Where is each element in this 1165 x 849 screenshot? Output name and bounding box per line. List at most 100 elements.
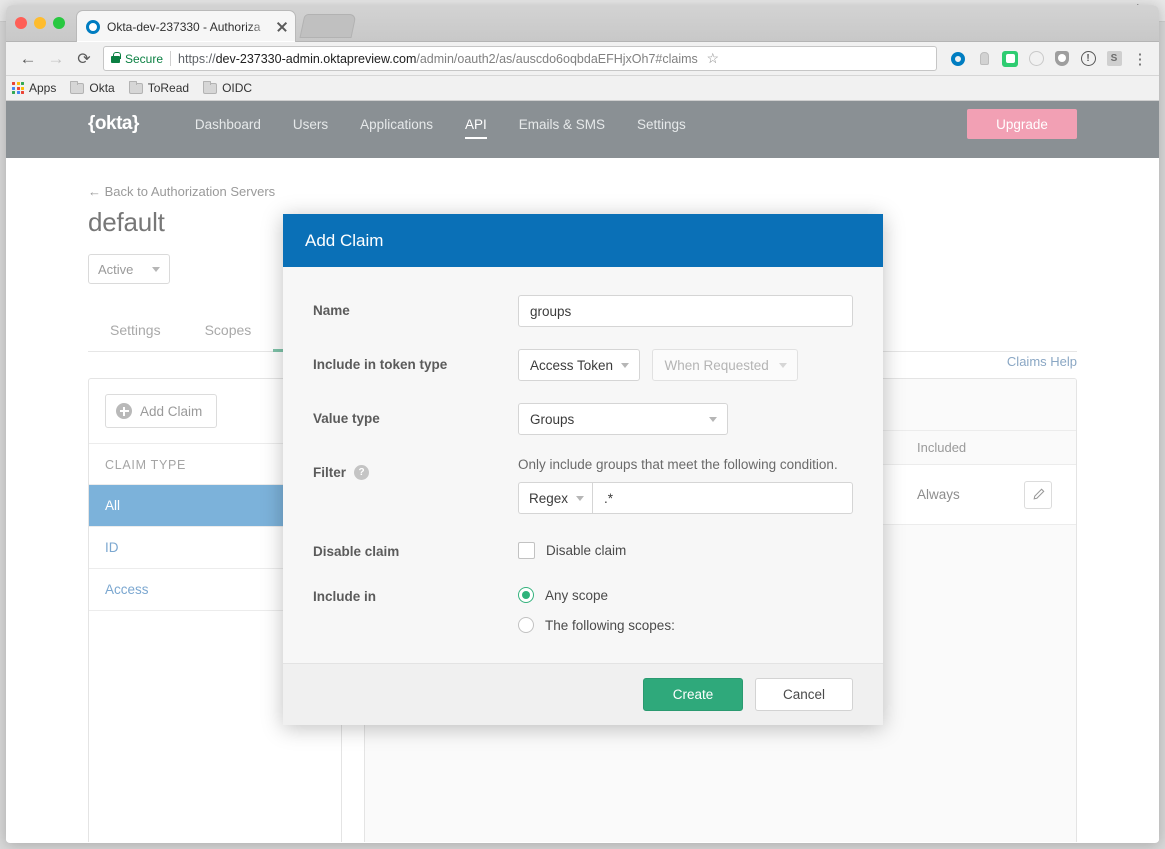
- secure-label: Secure: [125, 51, 164, 66]
- radio-following-scopes-label: The following scopes:: [545, 617, 675, 633]
- label-name: Name: [313, 303, 350, 318]
- pin-icon[interactable]: [973, 48, 995, 70]
- okta-extension-icon[interactable]: [947, 48, 969, 70]
- field-row-value-type: Value type Groups: [313, 403, 853, 435]
- add-claim-modal: Add Claim Name groups Include in token t…: [283, 214, 883, 725]
- bookmark-star-icon[interactable]: ☆: [704, 50, 722, 67]
- chevron-down-icon: [152, 266, 160, 272]
- field-row-include-in: Include in Any scope The following scope…: [313, 581, 853, 633]
- tab-scopes[interactable]: Scopes: [183, 312, 274, 351]
- close-icon[interactable]: [275, 20, 289, 34]
- value-type-value: Groups: [530, 411, 575, 427]
- window-close-button[interactable]: [15, 17, 27, 29]
- label-include-in: Include in: [313, 589, 377, 604]
- radio-any-scope[interactable]: [518, 587, 534, 603]
- browser-menu-icon[interactable]: ⋮: [1129, 48, 1151, 70]
- nav-item-settings[interactable]: Settings: [621, 103, 702, 145]
- bookmark-toread[interactable]: ToRead: [128, 80, 190, 95]
- token-type-dropdown[interactable]: Access Token: [518, 349, 640, 381]
- forward-button[interactable]: →: [42, 45, 70, 73]
- modal-header: Add Claim: [283, 214, 883, 267]
- bookmark-okta[interactable]: Okta: [70, 80, 115, 95]
- shield-icon[interactable]: [1051, 48, 1073, 70]
- label-disable-claim: Disable claim: [313, 544, 400, 559]
- label-include-in-token-type: Include in token type: [313, 357, 448, 372]
- name-input[interactable]: groups: [518, 295, 853, 327]
- url-host: dev-237330-admin.oktapreview.com: [215, 51, 417, 66]
- modal-footer: Create Cancel: [283, 663, 883, 725]
- field-row-filter: Filter ? Only include groups that meet t…: [313, 457, 853, 514]
- bookmark-label: ToRead: [147, 81, 190, 95]
- green-face-icon[interactable]: [999, 48, 1021, 70]
- token-when-value: When Requested: [664, 357, 769, 373]
- create-button[interactable]: Create: [643, 678, 743, 711]
- nav-item-dashboard[interactable]: Dashboard: [179, 103, 277, 145]
- browser-tab-active[interactable]: Okta-dev-237330 - Authoriza: [76, 10, 296, 42]
- bookmark-label: OIDC: [222, 81, 253, 95]
- okta-global-nav: {okta} Dashboard Users Applications API …: [6, 101, 1159, 147]
- plus-circle-icon: [116, 403, 132, 419]
- status-dropdown[interactable]: Active: [88, 254, 170, 284]
- back-to-authorization-servers-link[interactable]: ← Back to Authorization Servers: [88, 184, 1077, 199]
- add-claim-button[interactable]: Add Claim: [105, 394, 218, 428]
- claims-help-link[interactable]: Claims Help: [1007, 354, 1077, 369]
- upgrade-button[interactable]: Upgrade: [967, 109, 1077, 139]
- chevron-down-icon: [779, 362, 788, 368]
- bookmark-oidc[interactable]: OIDC: [203, 80, 253, 95]
- page-viewport: {okta} Dashboard Users Applications API …: [6, 101, 1159, 842]
- omnibox-divider: [170, 51, 172, 66]
- token-when-dropdown[interactable]: When Requested: [652, 349, 799, 381]
- radio-following-scopes[interactable]: [518, 617, 534, 633]
- address-bar[interactable]: Secure https://dev-237330-admin.oktaprev…: [103, 46, 937, 71]
- nav-item-api[interactable]: API: [449, 103, 503, 145]
- cancel-button[interactable]: Cancel: [755, 678, 853, 711]
- label-value-type: Value type: [313, 411, 380, 426]
- radio-row-any-scope[interactable]: Any scope: [518, 587, 853, 603]
- filter-operator-dropdown[interactable]: Regex: [518, 482, 592, 514]
- help-icon[interactable]: ?: [354, 465, 370, 480]
- browser-tab-title: Okta-dev-237330 - Authoriza: [107, 19, 261, 34]
- browser-tab-inactive[interactable]: [299, 14, 357, 38]
- folder-icon: [70, 80, 85, 94]
- radio-row-following-scopes[interactable]: The following scopes:: [518, 617, 853, 633]
- nav-item-emails-sms[interactable]: Emails & SMS: [503, 103, 621, 145]
- edit-icon[interactable]: [1024, 480, 1052, 509]
- nav-item-users[interactable]: Users: [277, 103, 344, 145]
- circle-dashed-icon[interactable]: [1025, 48, 1047, 70]
- field-row-token-type: Include in token type Access Token When …: [313, 349, 853, 381]
- folder-icon: [128, 80, 143, 94]
- tab-settings[interactable]: Settings: [88, 312, 183, 351]
- disable-claim-checkbox[interactable]: [518, 542, 535, 559]
- filter-value-input[interactable]: .*: [592, 482, 853, 514]
- desktop: Okta Okta-dev-237330 - Authoriza ← → ⟳ S…: [0, 0, 1165, 849]
- label-filter-text: Filter: [313, 465, 347, 480]
- bookmark-label: Okta: [89, 81, 115, 95]
- s-badge-icon[interactable]: S: [1103, 48, 1125, 70]
- url-scheme: https://: [178, 51, 216, 66]
- okta-logo[interactable]: {okta}: [88, 113, 139, 135]
- chevron-down-icon: [576, 495, 584, 501]
- chrome-browser-window: Okta-dev-237330 - Authoriza ← → ⟳ Secure…: [6, 5, 1159, 843]
- radio-any-scope-label: Any scope: [545, 587, 609, 603]
- okta-nav-spacer: [6, 147, 1159, 158]
- cell-included: Always: [917, 487, 960, 502]
- bookmark-apps[interactable]: Apps: [12, 81, 56, 95]
- okta-favicon-icon: [86, 19, 100, 34]
- disable-claim-checkbox-row[interactable]: Disable claim: [518, 536, 853, 559]
- browser-tabstrip: Okta-dev-237330 - Authoriza: [6, 5, 1159, 42]
- address-bar-url: https://dev-237330-admin.oktapreview.com…: [178, 52, 698, 66]
- reload-button[interactable]: ⟳: [70, 45, 98, 73]
- browser-toolbar: ← → ⟳ Secure https://dev-237330-admin.ok…: [6, 42, 1159, 76]
- value-type-dropdown[interactable]: Groups: [518, 403, 728, 435]
- modal-title: Add Claim: [305, 230, 384, 250]
- window-maximize-button[interactable]: [53, 17, 65, 29]
- token-type-value: Access Token: [530, 357, 614, 373]
- filter-operator-value: Regex: [529, 490, 569, 506]
- window-minimize-button[interactable]: [34, 17, 46, 29]
- nav-item-applications[interactable]: Applications: [344, 103, 449, 145]
- disable-claim-checkbox-label: Disable claim: [546, 543, 627, 558]
- exclamation-icon[interactable]: !: [1077, 48, 1099, 70]
- column-header-included: Included: [917, 440, 967, 455]
- add-claim-label: Add Claim: [140, 403, 203, 419]
- back-button[interactable]: ←: [14, 45, 42, 73]
